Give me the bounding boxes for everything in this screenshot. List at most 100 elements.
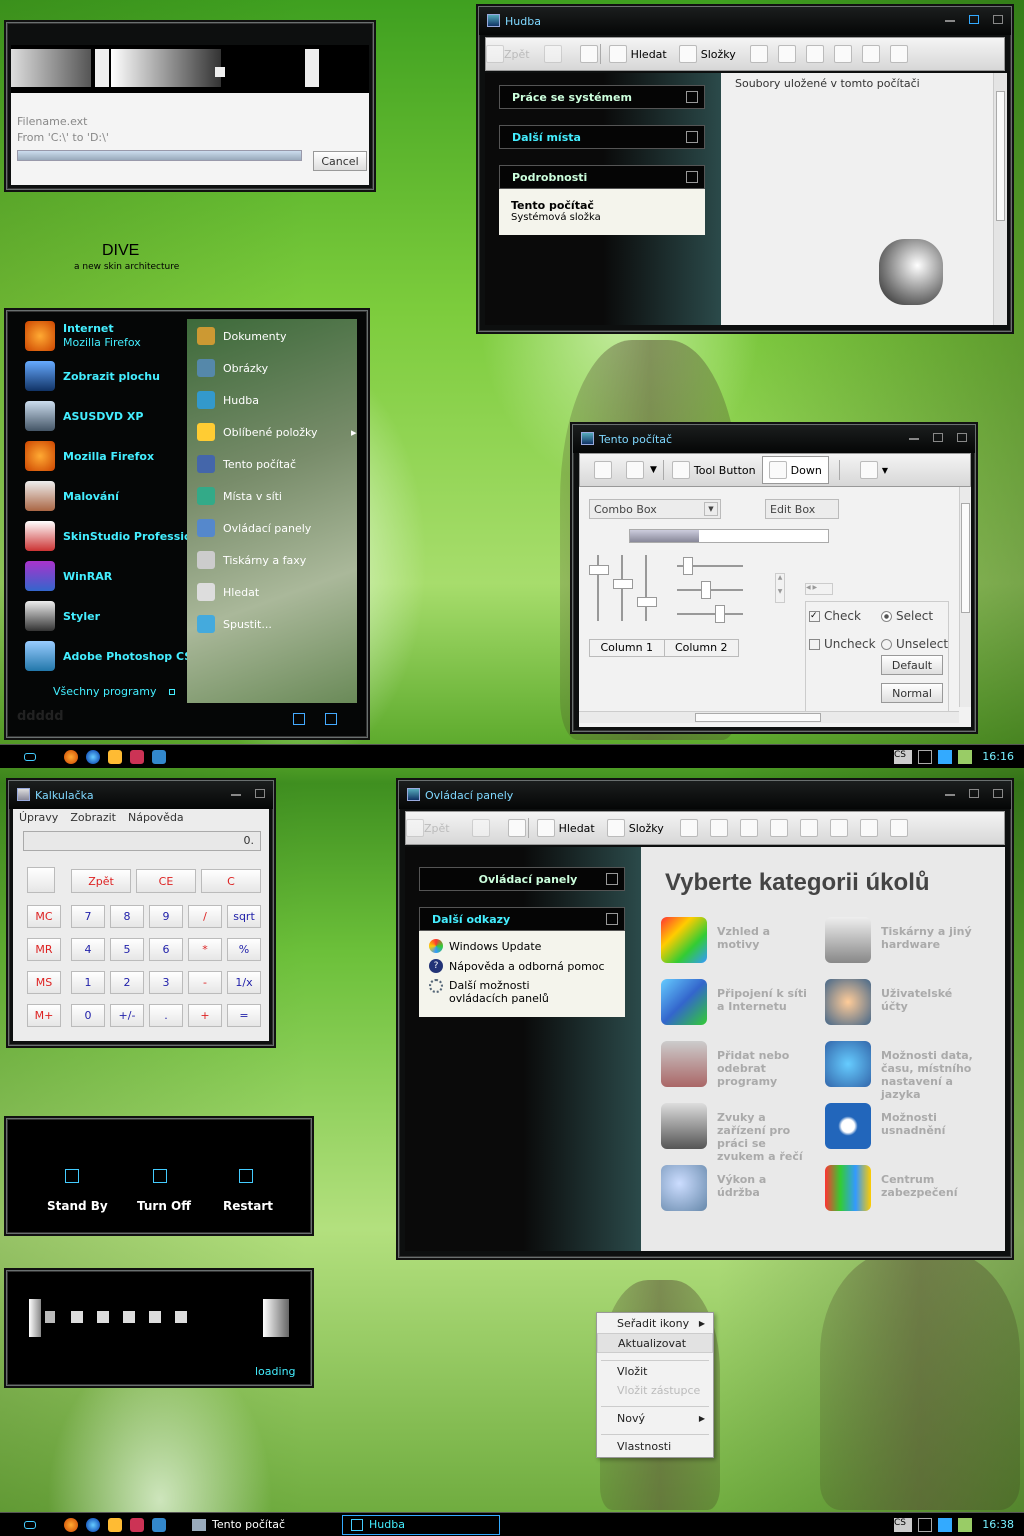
maximize-button[interactable]	[969, 789, 979, 798]
tray-icon[interactable]	[958, 749, 972, 764]
properties-icon[interactable]	[889, 45, 908, 63]
category-item[interactable]: Vzhled a motivy	[661, 917, 811, 963]
places-item[interactable]: Tiskárny a faxy	[197, 551, 306, 569]
close-button[interactable]	[957, 433, 967, 442]
radio-selected[interactable]: Select	[881, 609, 933, 623]
calc-key[interactable]: 1	[71, 971, 105, 994]
calc-key[interactable]: 7	[71, 905, 105, 928]
places-item[interactable]: Spustit...	[197, 615, 272, 633]
folders-button[interactable]: Složky	[673, 38, 742, 70]
forward-icon[interactable]	[471, 819, 490, 837]
calc-key[interactable]: =	[227, 1004, 261, 1027]
vertical-slider[interactable]	[589, 565, 609, 575]
close-button[interactable]	[255, 789, 265, 798]
menu-refresh[interactable]: Aktualizovat	[597, 1333, 713, 1353]
places-item[interactable]: Dokumenty	[197, 327, 286, 345]
edit-box[interactable]: Edit Box	[765, 499, 839, 519]
combo-box[interactable]: Combo Box ▼	[589, 499, 721, 519]
calc-key[interactable]: 3	[149, 971, 183, 994]
category-item[interactable]: Centrum zabezpečení	[825, 1165, 975, 1211]
maximize-button[interactable]	[933, 433, 943, 442]
calc-key[interactable]: 1/x	[227, 971, 261, 994]
minimize-button[interactable]	[945, 789, 955, 796]
down-button[interactable]: Down	[761, 456, 829, 484]
category-item[interactable]: Přidat nebo odebrat programy	[661, 1041, 811, 1088]
check-box-unchecked[interactable]: Uncheck	[809, 637, 876, 651]
start-item[interactable]: WinRAR	[25, 561, 112, 591]
search-button[interactable]: Hledat	[603, 38, 673, 70]
tray-icon[interactable]	[958, 1517, 972, 1532]
calc-key[interactable]: 8	[110, 905, 144, 928]
hard-drive-icon[interactable]	[879, 239, 943, 305]
chevron-down-icon[interactable]: ▼	[882, 466, 888, 475]
places-item[interactable]: Tento počítač	[197, 455, 296, 473]
tray-icon[interactable]	[918, 749, 932, 764]
places-item[interactable]: Obrázky	[197, 359, 268, 377]
standby-button[interactable]: Stand By	[47, 1199, 108, 1213]
category-item[interactable]: Možnosti usnadnění	[825, 1103, 975, 1149]
calc-key[interactable]: *	[188, 938, 222, 961]
calc-key[interactable]: -	[188, 971, 222, 994]
views-icon[interactable]	[799, 819, 818, 837]
calc-key[interactable]: MC	[27, 905, 61, 928]
folders-button[interactable]: Složky	[601, 812, 670, 844]
views-icon[interactable]	[859, 461, 878, 479]
panel-system-tasks[interactable]: Práce se systémem	[499, 85, 705, 109]
search-button[interactable]: Hledat	[531, 812, 601, 844]
turnoff-button[interactable]: Turn Off	[137, 1199, 191, 1213]
start-item[interactable]: Adobe Photoshop CS2	[25, 641, 200, 671]
calc-key[interactable]: 9	[149, 905, 183, 928]
up-icon[interactable]	[579, 45, 598, 63]
calc-key[interactable]: sqrt	[227, 905, 261, 928]
firefox-icon[interactable]	[64, 1517, 78, 1532]
copy-to-icon[interactable]	[769, 819, 788, 837]
horizontal-scrollbar[interactable]	[579, 711, 959, 723]
calc-key[interactable]: 4	[71, 938, 105, 961]
link-help[interactable]: ? Nápověda a odborná pomoc	[429, 959, 615, 973]
calc-key[interactable]: 2	[110, 971, 144, 994]
copy-to-icon[interactable]	[833, 45, 852, 63]
link-more-options[interactable]: Další možnosti ovládacích panelů	[429, 979, 589, 1005]
calc-key[interactable]: .	[149, 1004, 183, 1027]
start-item[interactable]: Zobrazit plochu	[25, 361, 160, 391]
media-player-icon[interactable]	[108, 1517, 122, 1532]
vertical-slider[interactable]	[613, 579, 633, 589]
places-item[interactable]: Ovládací panely	[197, 519, 311, 537]
vertical-scrollbar[interactable]	[959, 487, 971, 707]
move-to-icon[interactable]	[679, 819, 698, 837]
minimize-button[interactable]	[231, 789, 241, 796]
start-button[interactable]	[24, 752, 36, 761]
panel-other-links[interactable]: Další odkazy	[419, 907, 625, 931]
places-item[interactable]: Hudba	[197, 391, 259, 409]
category-item[interactable]: Tiskárny a jiný hardware	[825, 917, 975, 963]
show-desktop-icon[interactable]	[152, 749, 166, 764]
start-button[interactable]	[24, 1520, 36, 1529]
spin-button[interactable]: ▲ ▼	[775, 573, 785, 603]
menu-paste[interactable]: Vložit	[597, 1361, 713, 1381]
task-tento-pocitac[interactable]: Tento počítač	[192, 1515, 342, 1535]
all-programs-button[interactable]: Všechny programy	[53, 685, 157, 698]
close-button[interactable]	[993, 789, 1003, 798]
places-item[interactable]: Oblíbené položky ▸	[197, 423, 357, 441]
link-windows-update[interactable]: Windows Update	[429, 939, 615, 953]
ie-icon[interactable]	[86, 1517, 100, 1532]
views-icon[interactable]	[861, 45, 880, 63]
horizontal-slider[interactable]	[715, 605, 725, 623]
panel-other-places[interactable]: Další místa	[499, 125, 705, 149]
cancel-button[interactable]: Cancel	[313, 151, 367, 171]
calc-key[interactable]: 6	[149, 938, 183, 961]
calc-key[interactable]: CE	[136, 869, 196, 893]
properties-icon[interactable]	[829, 819, 848, 837]
calc-key[interactable]: /	[188, 905, 222, 928]
calc-key[interactable]: +	[188, 1004, 222, 1027]
tool-button[interactable]: Tool Button	[666, 454, 762, 486]
minimize-button[interactable]	[945, 15, 955, 22]
places-item[interactable]: Místa v síti	[197, 487, 282, 505]
calc-key[interactable]: MS	[27, 971, 61, 994]
minimize-button[interactable]	[909, 433, 919, 440]
menu-new[interactable]: Nový ▶	[597, 1407, 713, 1429]
category-item[interactable]: Možnosti data, času, místního nastavení …	[825, 1041, 975, 1101]
forward-icon[interactable]	[626, 461, 644, 479]
tray-icon[interactable]	[938, 1517, 952, 1532]
calc-key[interactable]: Zpět	[71, 869, 131, 893]
